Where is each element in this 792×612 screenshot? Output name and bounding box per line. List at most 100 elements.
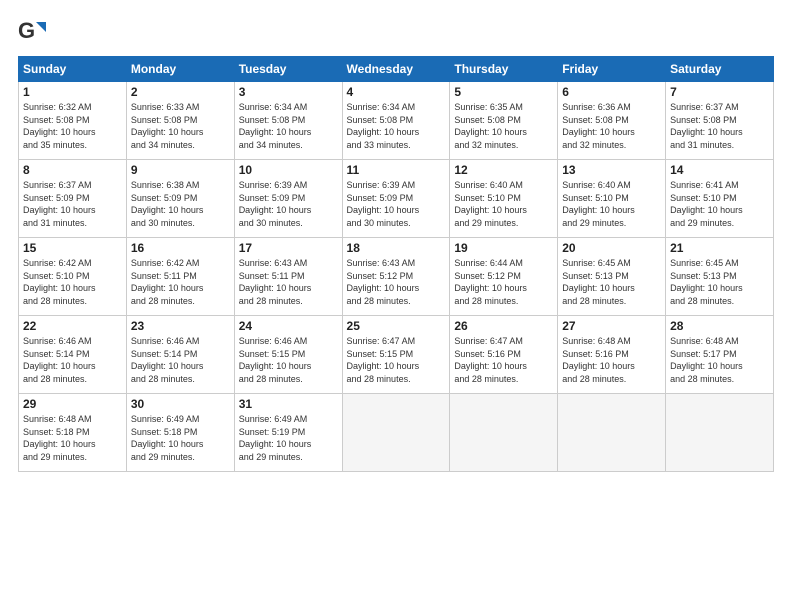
day-cell: 13Sunrise: 6:40 AM Sunset: 5:10 PM Dayli…	[558, 160, 666, 238]
day-number: 9	[131, 163, 230, 177]
day-number: 3	[239, 85, 338, 99]
day-info: Sunrise: 6:42 AM Sunset: 5:10 PM Dayligh…	[23, 257, 122, 307]
day-info: Sunrise: 6:37 AM Sunset: 5:09 PM Dayligh…	[23, 179, 122, 229]
day-cell: 30 Sunrise: 6:49 AM Sunset: 5:18 PM Dayli…	[126, 394, 234, 472]
day-number: 30	[131, 397, 230, 411]
week-row-2: 8 Sunrise: 6:37 AM Sunset: 5:09 PM Daylig…	[19, 160, 774, 238]
header: G	[18, 18, 774, 46]
day-number: 12	[454, 163, 553, 177]
day-number: 20	[562, 241, 661, 255]
day-info: Sunrise: 6:41 AM Sunset: 5:10 PM Dayligh…	[670, 179, 769, 229]
calendar-table: SundayMondayTuesdayWednesdayThursdayFrid…	[18, 56, 774, 472]
day-number: 15	[23, 241, 122, 255]
day-info: Sunrise: 6:48 AM Sunset: 5:18 PM Dayligh…	[23, 413, 122, 463]
weekday-thursday: Thursday	[450, 57, 558, 82]
day-number: 23	[131, 319, 230, 333]
day-info: Sunrise: 6:37 AM Sunset: 5:08 PM Dayligh…	[670, 101, 769, 151]
day-cell: 17 Sunrise: 6:43 AM Sunset: 5:11 PM Dayli…	[234, 238, 342, 316]
calendar-page: G SundayMondayTuesdayWednesdayThursdayFr…	[0, 0, 792, 612]
day-cell: 9 Sunrise: 6:38 AM Sunset: 5:09 PM Daylig…	[126, 160, 234, 238]
day-number: 29	[23, 397, 122, 411]
day-info: Sunrise: 6:49 AM Sunset: 5:18 PM Dayligh…	[131, 413, 230, 463]
weekday-tuesday: Tuesday	[234, 57, 342, 82]
day-cell: 24 Sunrise: 6:46 AM Sunset: 5:15 PM Dayli…	[234, 316, 342, 394]
day-number: 31	[239, 397, 338, 411]
day-cell: 5 Sunrise: 6:35 AM Sunset: 5:08 PM Daylig…	[450, 82, 558, 160]
day-cell: 16 Sunrise: 6:42 AM Sunset: 5:11 PM Dayli…	[126, 238, 234, 316]
day-number: 18	[347, 241, 446, 255]
day-cell: 27Sunrise: 6:48 AM Sunset: 5:16 PM Dayli…	[558, 316, 666, 394]
day-info: Sunrise: 6:43 AM Sunset: 5:12 PM Dayligh…	[347, 257, 446, 307]
day-number: 25	[347, 319, 446, 333]
day-number: 8	[23, 163, 122, 177]
day-number: 5	[454, 85, 553, 99]
day-number: 26	[454, 319, 553, 333]
day-number: 11	[347, 163, 446, 177]
day-number: 19	[454, 241, 553, 255]
day-number: 16	[131, 241, 230, 255]
day-number: 2	[131, 85, 230, 99]
day-info: Sunrise: 6:36 AM Sunset: 5:08 PM Dayligh…	[562, 101, 661, 151]
weekday-saturday: Saturday	[666, 57, 774, 82]
week-row-1: 1 Sunrise: 6:32 AM Sunset: 5:08 PM Daylig…	[19, 82, 774, 160]
day-cell: 20Sunrise: 6:45 AM Sunset: 5:13 PM Dayli…	[558, 238, 666, 316]
day-cell: 25Sunrise: 6:47 AM Sunset: 5:15 PM Dayli…	[342, 316, 450, 394]
week-row-4: 22 Sunrise: 6:46 AM Sunset: 5:14 PM Dayli…	[19, 316, 774, 394]
day-info: Sunrise: 6:35 AM Sunset: 5:08 PM Dayligh…	[454, 101, 553, 151]
day-cell: 22 Sunrise: 6:46 AM Sunset: 5:14 PM Dayli…	[19, 316, 127, 394]
day-info: Sunrise: 6:34 AM Sunset: 5:08 PM Dayligh…	[239, 101, 338, 151]
day-cell: 6Sunrise: 6:36 AM Sunset: 5:08 PM Daylig…	[558, 82, 666, 160]
day-cell: 11Sunrise: 6:39 AM Sunset: 5:09 PM Dayli…	[342, 160, 450, 238]
day-number: 4	[347, 85, 446, 99]
day-number: 28	[670, 319, 769, 333]
day-cell	[450, 394, 558, 472]
day-info: Sunrise: 6:44 AM Sunset: 5:12 PM Dayligh…	[454, 257, 553, 307]
day-number: 13	[562, 163, 661, 177]
day-cell: 15 Sunrise: 6:42 AM Sunset: 5:10 PM Dayli…	[19, 238, 127, 316]
logo-icon: G	[18, 18, 46, 46]
day-info: Sunrise: 6:38 AM Sunset: 5:09 PM Dayligh…	[131, 179, 230, 229]
day-cell: 7Sunrise: 6:37 AM Sunset: 5:08 PM Daylig…	[666, 82, 774, 160]
day-number: 24	[239, 319, 338, 333]
day-cell: 28 Sunrise: 6:48 AM Sunset: 5:17 PM Dayli…	[666, 316, 774, 394]
day-cell: 1 Sunrise: 6:32 AM Sunset: 5:08 PM Daylig…	[19, 82, 127, 160]
day-cell: 3 Sunrise: 6:34 AM Sunset: 5:08 PM Daylig…	[234, 82, 342, 160]
day-info: Sunrise: 6:40 AM Sunset: 5:10 PM Dayligh…	[454, 179, 553, 229]
day-info: Sunrise: 6:49 AM Sunset: 5:19 PM Dayligh…	[239, 413, 338, 463]
week-row-5: 29 Sunrise: 6:48 AM Sunset: 5:18 PM Dayli…	[19, 394, 774, 472]
day-info: Sunrise: 6:46 AM Sunset: 5:14 PM Dayligh…	[23, 335, 122, 385]
weekday-header-row: SundayMondayTuesdayWednesdayThursdayFrid…	[19, 57, 774, 82]
week-row-3: 15 Sunrise: 6:42 AM Sunset: 5:10 PM Dayli…	[19, 238, 774, 316]
day-cell: 14 Sunrise: 6:41 AM Sunset: 5:10 PM Dayli…	[666, 160, 774, 238]
day-info: Sunrise: 6:43 AM Sunset: 5:11 PM Dayligh…	[239, 257, 338, 307]
day-info: Sunrise: 6:34 AM Sunset: 5:08 PM Dayligh…	[347, 101, 446, 151]
day-number: 22	[23, 319, 122, 333]
day-number: 17	[239, 241, 338, 255]
day-info: Sunrise: 6:46 AM Sunset: 5:14 PM Dayligh…	[131, 335, 230, 385]
day-cell: 2 Sunrise: 6:33 AM Sunset: 5:08 PM Daylig…	[126, 82, 234, 160]
day-info: Sunrise: 6:45 AM Sunset: 5:13 PM Dayligh…	[670, 257, 769, 307]
day-info: Sunrise: 6:46 AM Sunset: 5:15 PM Dayligh…	[239, 335, 338, 385]
day-info: Sunrise: 6:48 AM Sunset: 5:17 PM Dayligh…	[670, 335, 769, 385]
day-cell	[666, 394, 774, 472]
day-cell: 21Sunrise: 6:45 AM Sunset: 5:13 PM Dayli…	[666, 238, 774, 316]
weekday-monday: Monday	[126, 57, 234, 82]
day-info: Sunrise: 6:33 AM Sunset: 5:08 PM Dayligh…	[131, 101, 230, 151]
day-cell: 8 Sunrise: 6:37 AM Sunset: 5:09 PM Daylig…	[19, 160, 127, 238]
day-info: Sunrise: 6:47 AM Sunset: 5:16 PM Dayligh…	[454, 335, 553, 385]
weekday-sunday: Sunday	[19, 57, 127, 82]
day-cell: 4 Sunrise: 6:34 AM Sunset: 5:08 PM Daylig…	[342, 82, 450, 160]
day-cell: 19 Sunrise: 6:44 AM Sunset: 5:12 PM Dayli…	[450, 238, 558, 316]
day-cell: 12 Sunrise: 6:40 AM Sunset: 5:10 PM Dayli…	[450, 160, 558, 238]
day-number: 10	[239, 163, 338, 177]
day-info: Sunrise: 6:39 AM Sunset: 5:09 PM Dayligh…	[239, 179, 338, 229]
day-cell: 10 Sunrise: 6:39 AM Sunset: 5:09 PM Dayli…	[234, 160, 342, 238]
day-info: Sunrise: 6:42 AM Sunset: 5:11 PM Dayligh…	[131, 257, 230, 307]
day-number: 14	[670, 163, 769, 177]
day-number: 1	[23, 85, 122, 99]
day-cell: 18 Sunrise: 6:43 AM Sunset: 5:12 PM Dayli…	[342, 238, 450, 316]
logo: G	[18, 18, 50, 46]
day-info: Sunrise: 6:48 AM Sunset: 5:16 PM Dayligh…	[562, 335, 661, 385]
day-cell: 23 Sunrise: 6:46 AM Sunset: 5:14 PM Dayli…	[126, 316, 234, 394]
day-info: Sunrise: 6:32 AM Sunset: 5:08 PM Dayligh…	[23, 101, 122, 151]
